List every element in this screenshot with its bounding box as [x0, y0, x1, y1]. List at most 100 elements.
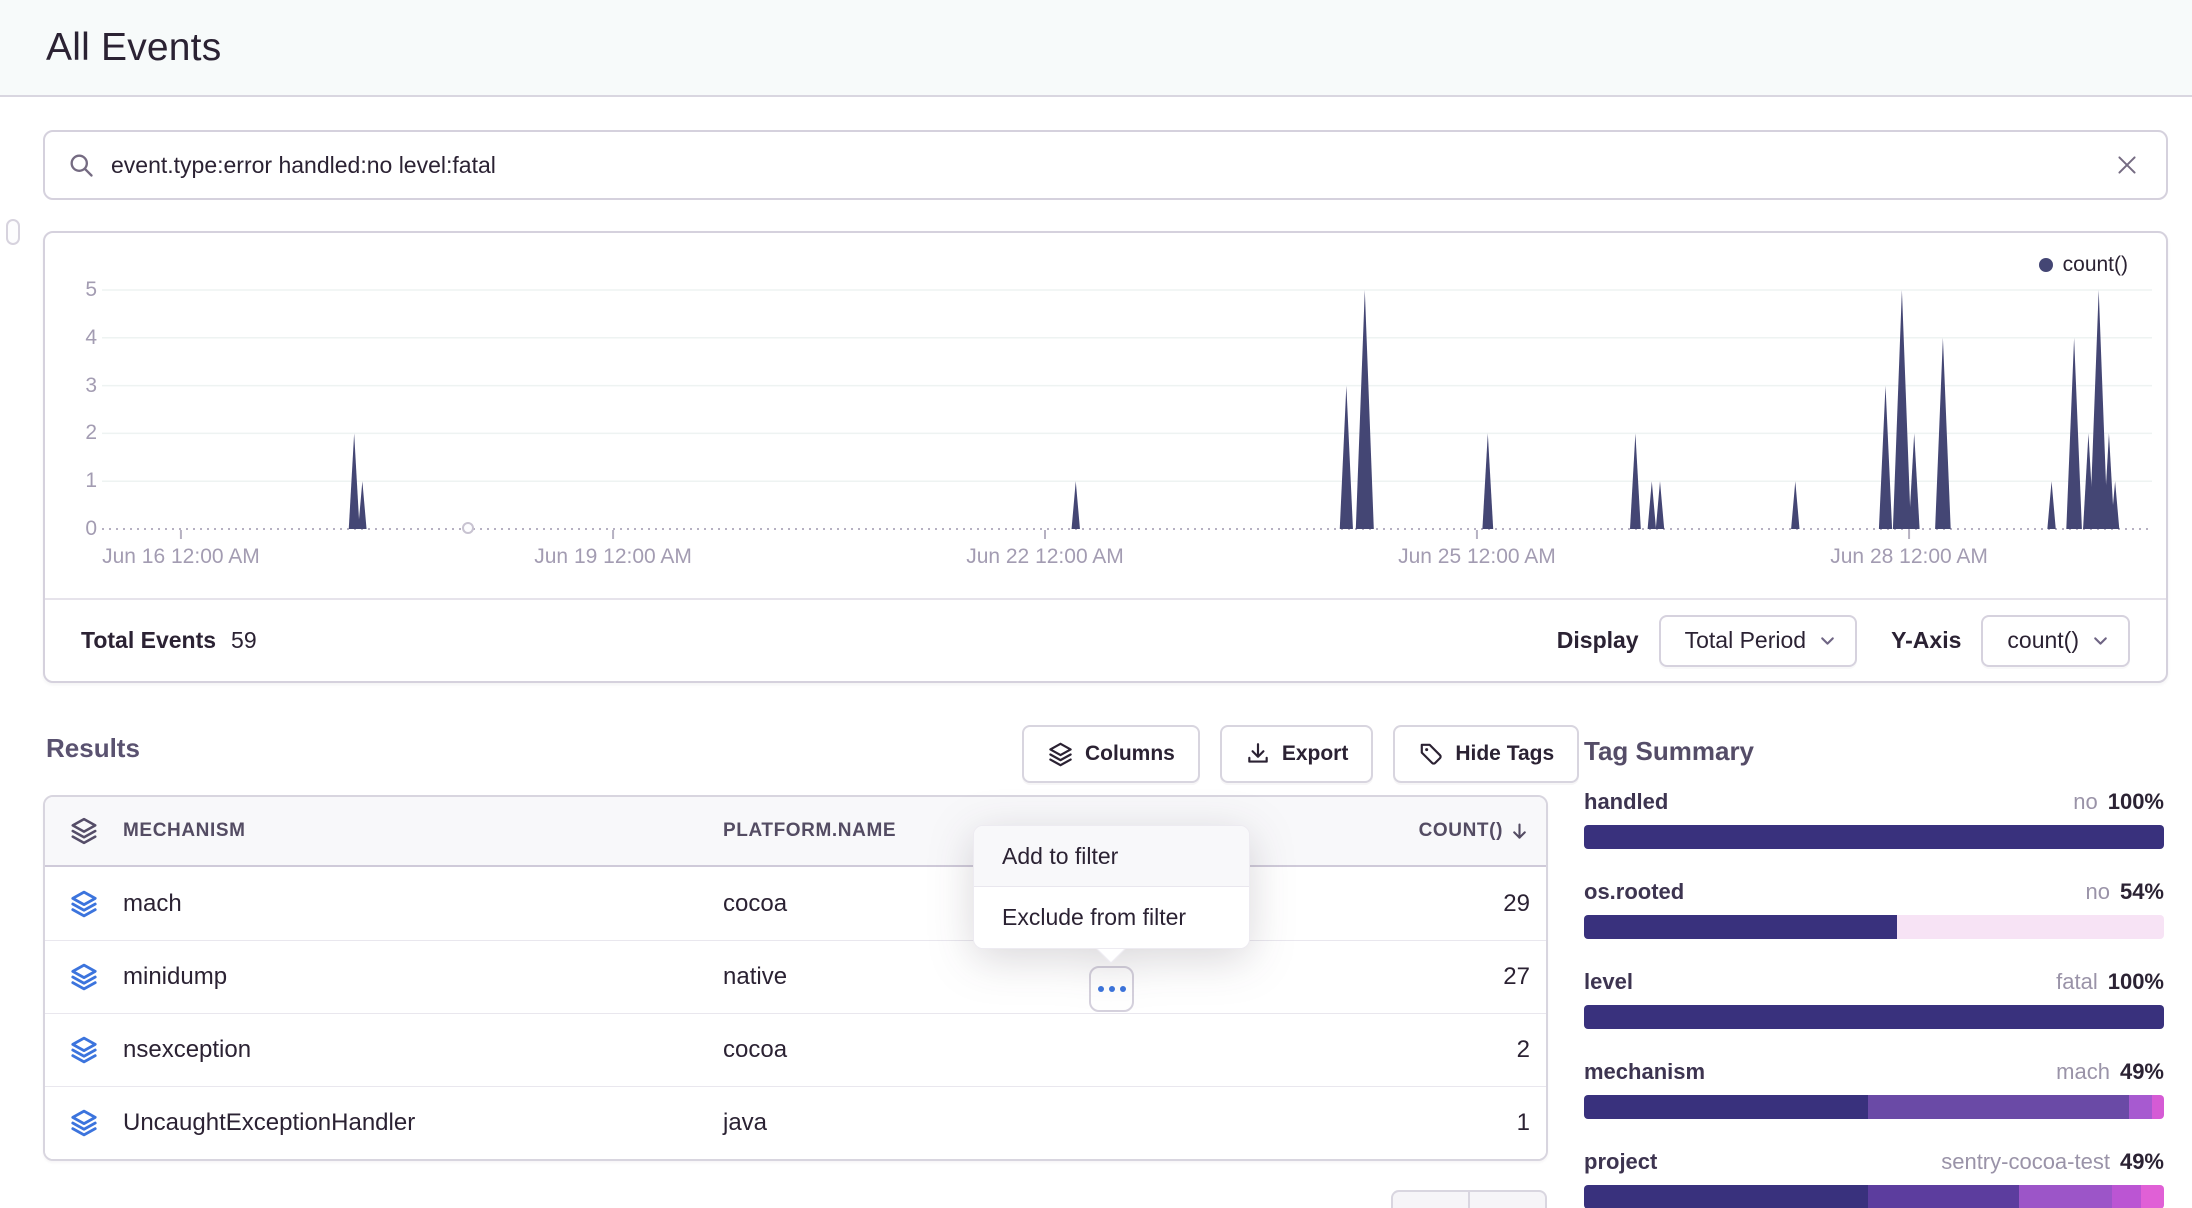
- tag-item: mechanismmach49%: [1584, 1059, 2164, 1119]
- y-axis-label: 2: [49, 419, 97, 447]
- count-spike: [2090, 290, 2108, 529]
- count-cell[interactable]: 27: [1346, 963, 1546, 991]
- tag-summary-heading: Tag Summary: [1584, 736, 2164, 767]
- count-cell[interactable]: 1: [1346, 1109, 1546, 1137]
- column-header-mechanism[interactable]: MECHANISM: [123, 820, 723, 842]
- tag-bar[interactable]: [1584, 825, 2164, 849]
- download-icon: [1245, 741, 1271, 767]
- tag-bar[interactable]: [1584, 1185, 2164, 1208]
- x-axis-label: Jun 28 12:00 AM: [1779, 545, 2039, 569]
- search-bar[interactable]: [43, 130, 2168, 200]
- all-events-page: All Events count() 543210 Jun 16 12:00 A…: [0, 0, 2192, 1208]
- platform-cell[interactable]: java: [723, 1109, 1346, 1137]
- events-chart-panel: count() 543210 Jun 16 12:00 AMJun 19 12:…: [43, 231, 2168, 683]
- chart-hover-marker: [462, 522, 474, 534]
- tag-bar-segment[interactable]: [1897, 915, 2164, 939]
- layers-icon[interactable]: [45, 816, 123, 846]
- table-row[interactable]: minidumpnative27: [45, 940, 1546, 1013]
- count-spike: [1893, 290, 1911, 529]
- tag-percentage: 100%: [2108, 969, 2164, 995]
- tag-bar-segment[interactable]: [1584, 1005, 2164, 1029]
- tag-name: level: [1584, 969, 1633, 995]
- column-header-count[interactable]: COUNT(): [1346, 820, 1546, 843]
- tag-name: os.rooted: [1584, 879, 1684, 905]
- menu-item-exclude-from-filter[interactable]: Exclude from filter: [974, 887, 1249, 948]
- mechanism-cell[interactable]: nsexception: [123, 1036, 723, 1064]
- tag-bar-segment[interactable]: [1584, 1185, 1868, 1208]
- yaxis-dropdown[interactable]: count(): [1981, 615, 2130, 667]
- tag-icon: [1418, 741, 1444, 767]
- tag-bar-segment[interactable]: [2112, 1185, 2141, 1208]
- tag-bar-segment[interactable]: [2129, 1095, 2152, 1119]
- tag-bar-segment[interactable]: [1868, 1095, 2129, 1119]
- total-events-value: 59: [231, 627, 257, 654]
- tag-summary: Tag Summary handledno100%os.rootedno54%l…: [1584, 736, 2164, 1208]
- tag-name: handled: [1584, 789, 1668, 815]
- layers-icon[interactable]: [45, 1108, 123, 1138]
- pagination-controls: [1391, 1190, 1547, 1208]
- tag-top-value: no: [2073, 789, 2097, 815]
- y-axis-label: 4: [49, 324, 97, 352]
- chevron-down-icon: [1818, 631, 1837, 650]
- display-label: Display: [1557, 627, 1639, 654]
- menu-item-add-to-filter[interactable]: Add to filter: [974, 826, 1249, 887]
- count-spike: [1791, 481, 1799, 529]
- count-cell[interactable]: 29: [1346, 890, 1546, 918]
- search-input[interactable]: [111, 152, 2114, 179]
- tag-percentage: 100%: [2108, 789, 2164, 815]
- tag-item: os.rootedno54%: [1584, 879, 2164, 939]
- export-button[interactable]: Export: [1220, 725, 1374, 783]
- yaxis-label: Y-Axis: [1891, 627, 1961, 654]
- count-spike: [1340, 386, 1353, 529]
- columns-button-label: Columns: [1085, 742, 1175, 766]
- columns-button[interactable]: Columns: [1022, 725, 1200, 783]
- tag-bar-segment[interactable]: [1584, 1095, 1868, 1119]
- tag-bar-segment[interactable]: [1868, 1185, 2019, 1208]
- table-row[interactable]: nsexceptioncocoa2: [45, 1013, 1546, 1086]
- y-axis-label: 0: [49, 515, 97, 543]
- hide-tags-button[interactable]: Hide Tags: [1393, 725, 1579, 783]
- cell-actions-menu: Add to filter Exclude from filter: [973, 825, 1250, 949]
- tag-name: project: [1584, 1149, 1657, 1175]
- tag-item: projectsentry-cocoa-test49%: [1584, 1149, 2164, 1208]
- total-events-label: Total Events: [81, 627, 216, 654]
- tag-bar[interactable]: [1584, 915, 2164, 939]
- tag-bar-segment[interactable]: [2152, 1095, 2164, 1119]
- tag-top-value: sentry-cocoa-test: [1941, 1149, 2110, 1175]
- sort-desc-icon: [1509, 820, 1530, 843]
- mechanism-cell[interactable]: mach: [123, 890, 723, 918]
- yaxis-dropdown-value: count(): [2007, 627, 2079, 654]
- platform-cell[interactable]: native: [723, 963, 1346, 991]
- tag-bar[interactable]: [1584, 1005, 2164, 1029]
- tag-bar-segment[interactable]: [2019, 1185, 2112, 1208]
- cell-actions-button[interactable]: [1089, 966, 1134, 1012]
- next-page-button[interactable]: [1468, 1190, 1547, 1208]
- x-axis-label: Jun 19 12:00 AM: [483, 545, 743, 569]
- tag-bar-segment[interactable]: [1584, 915, 1897, 939]
- table-row[interactable]: machcocoa29: [45, 867, 1546, 940]
- layers-icon[interactable]: [45, 1035, 123, 1065]
- count-cell[interactable]: 2: [1346, 1036, 1546, 1064]
- tag-bar-segment[interactable]: [1584, 825, 2164, 849]
- table-row[interactable]: UncaughtExceptionHandlerjava1: [45, 1086, 1546, 1159]
- x-axis-label: Jun 16 12:00 AM: [51, 545, 311, 569]
- panel-drag-handle[interactable]: [6, 219, 20, 245]
- layers-icon: [1047, 741, 1074, 768]
- mechanism-cell[interactable]: minidump: [123, 963, 723, 991]
- layers-icon[interactable]: [45, 889, 123, 919]
- previous-page-button[interactable]: [1391, 1190, 1470, 1208]
- events-over-time-chart[interactable]: [102, 270, 2152, 550]
- count-spike: [2047, 481, 2055, 529]
- tag-top-value: no: [2085, 879, 2109, 905]
- display-dropdown[interactable]: Total Period: [1659, 615, 1857, 667]
- layers-icon[interactable]: [45, 962, 123, 992]
- results-table: MECHANISM PLATFORM.NAME COUNT() machcoco…: [43, 795, 1548, 1161]
- export-button-label: Export: [1282, 742, 1349, 766]
- tag-summary-list: handledno100%os.rootedno54%levelfatal100…: [1584, 789, 2164, 1208]
- tag-bar[interactable]: [1584, 1095, 2164, 1119]
- clear-search-icon[interactable]: [2114, 152, 2140, 178]
- tag-bar-segment[interactable]: [2141, 1185, 2164, 1208]
- mechanism-cell[interactable]: UncaughtExceptionHandler: [123, 1109, 723, 1137]
- tag-percentage: 49%: [2120, 1059, 2164, 1085]
- platform-cell[interactable]: cocoa: [723, 1036, 1346, 1064]
